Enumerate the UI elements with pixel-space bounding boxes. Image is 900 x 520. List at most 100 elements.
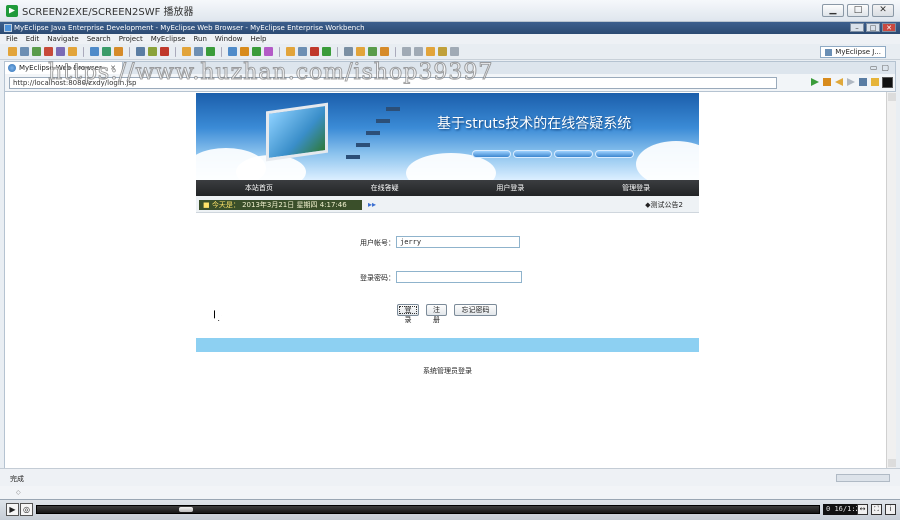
player-close-button[interactable]: ✕ [872, 4, 894, 17]
menu-navigate[interactable]: Navigate [47, 35, 78, 43]
toolbar-icon[interactable] [310, 47, 319, 56]
refresh-icon[interactable] [871, 78, 879, 86]
maximize-view-icon[interactable]: ▢ [881, 63, 889, 72]
login-button[interactable]: 登录 [397, 304, 419, 324]
toolbar-icon[interactable] [136, 47, 145, 56]
menu-myeclipse[interactable]: MyEclipse [151, 35, 186, 43]
stair-step [346, 155, 360, 159]
nav-home[interactable]: 本站首页 [196, 180, 322, 196]
menu-window[interactable]: Window [215, 35, 243, 43]
toolbar-icon[interactable] [426, 47, 435, 56]
scroll-down-icon[interactable] [888, 459, 896, 467]
toolbar-icon[interactable] [32, 47, 41, 56]
toolbar-icon[interactable] [206, 47, 215, 56]
toolbar-icon[interactable] [264, 47, 273, 56]
scroll-up-icon[interactable] [888, 93, 896, 101]
banner-pill [472, 150, 511, 158]
toolbar-icon[interactable] [90, 47, 99, 56]
toolbar-icon[interactable] [160, 47, 169, 56]
back-icon[interactable] [835, 78, 843, 86]
minimize-view-icon[interactable]: ▭ [870, 63, 878, 72]
forgot-password-button[interactable]: 忘记密码 [454, 304, 497, 316]
register-button[interactable]: 注册 [426, 304, 447, 324]
menu-project[interactable]: Project [119, 35, 143, 43]
nav-user-login[interactable]: 用户登录 [448, 180, 574, 196]
player-restore-button[interactable]: □ [847, 4, 869, 17]
menu-run[interactable]: Run [193, 35, 206, 43]
browser-menu-button[interactable] [882, 77, 893, 88]
seek-bar[interactable] [36, 505, 820, 514]
ide-title: MyEclipse Java Enterprise Development - … [14, 24, 365, 32]
banner-pill [513, 150, 552, 158]
perspective-switcher[interactable]: MyEclipse J... [820, 46, 886, 58]
toolbar-icon[interactable] [114, 47, 123, 56]
toolbar-icon[interactable] [56, 47, 65, 56]
seek-knob[interactable] [179, 507, 193, 512]
date-display: ■ 今天是： 2013年3月21日 星期四 4:17:46 [199, 200, 362, 210]
mouse-cursor-icon [214, 310, 222, 321]
scroll-arrow-icon: ▸▸ [368, 200, 377, 209]
tab-close-icon[interactable]: ✕ [110, 64, 116, 72]
toolbar-icon[interactable] [298, 47, 307, 56]
status-text: 完成 [10, 475, 24, 483]
url-input[interactable]: http://localhost:8080/zxdy/login.jsp [9, 77, 777, 89]
fit-icon[interactable]: ↔ [857, 504, 868, 515]
toolbar-icon[interactable] [148, 47, 157, 56]
stair-step [386, 107, 400, 111]
toolbar-icon[interactable] [228, 47, 237, 56]
toolbar-icon[interactable] [240, 47, 249, 56]
cloud-shape [636, 141, 699, 180]
toolbar-icon[interactable] [402, 47, 411, 56]
toolbar-icon[interactable] [356, 47, 365, 56]
username-input[interactable]: jerry [396, 236, 520, 248]
toolbar-icon[interactable] [322, 47, 331, 56]
menu-file[interactable]: File [6, 35, 18, 43]
ide-close-button[interactable]: ✕ [882, 23, 896, 32]
toolbar-separator [395, 46, 396, 57]
viewport-scrollbar[interactable] [886, 92, 896, 468]
menu-search[interactable]: Search [87, 35, 111, 43]
fullscreen-icon[interactable]: ⛶ [871, 504, 882, 515]
info-icon[interactable]: i [885, 504, 896, 515]
toolbar-icon[interactable] [344, 47, 353, 56]
toolbar-icon[interactable] [194, 47, 203, 56]
toolbar-icon[interactable] [252, 47, 261, 56]
site-banner: 基于struts技术的在线答疑系统 [196, 93, 699, 180]
player-minimize-button[interactable]: ▁ [822, 4, 844, 17]
toolbar-icon[interactable] [368, 47, 377, 56]
stop-icon[interactable] [859, 78, 867, 86]
menu-help[interactable]: Help [251, 35, 267, 43]
username-label: 用户帐号： [360, 239, 395, 247]
forward-icon[interactable] [847, 78, 855, 86]
date-label: ■ 今天是： [203, 201, 240, 209]
toolbar-icon[interactable] [20, 47, 29, 56]
player-title: SCREEN2EXE/SCREEN2SWF 播放器 [22, 7, 194, 18]
toolbar-icon[interactable] [8, 47, 17, 56]
ide-restore-button[interactable]: □ [866, 23, 880, 32]
toolbar-icon[interactable] [380, 47, 389, 56]
site-nav: 本站首页 在线答疑 用户登录 管理登录 [196, 180, 699, 196]
toolbar-icon[interactable] [286, 47, 295, 56]
loop-icon[interactable]: ◎ [20, 503, 33, 516]
fastview-icon[interactable]: ◇ [16, 489, 23, 496]
tab-web-browser[interactable]: MyEclipse Web Browser ✕ [5, 62, 123, 74]
toolbar-icon[interactable] [414, 47, 423, 56]
menu-edit[interactable]: Edit [26, 35, 40, 43]
go-icon[interactable] [811, 78, 819, 86]
toolbar-icon[interactable] [44, 47, 53, 56]
toolbar-icon[interactable] [182, 47, 191, 56]
notice-link[interactable]: ◆测试公告2 [645, 200, 683, 210]
admin-login-link[interactable]: 系统管理员登录 [196, 366, 699, 376]
play-icon[interactable]: ▶ [6, 503, 19, 516]
tools-icon[interactable] [823, 78, 831, 86]
toolbar-icon[interactable] [450, 47, 459, 56]
toolbar-icon[interactable] [68, 47, 77, 56]
password-input[interactable] [396, 271, 522, 283]
ide-minimize-button[interactable]: – [850, 23, 864, 32]
monitor-illustration [266, 102, 328, 162]
toolbar-icon[interactable] [102, 47, 111, 56]
toolbar-icon[interactable] [438, 47, 447, 56]
nav-online-qa[interactable]: 在线答疑 [322, 180, 448, 196]
nav-admin-login[interactable]: 管理登录 [573, 180, 699, 196]
date-bar: ■ 今天是： 2013年3月21日 星期四 4:17:46 ▸▸ ◆测试公告2 [196, 196, 699, 213]
